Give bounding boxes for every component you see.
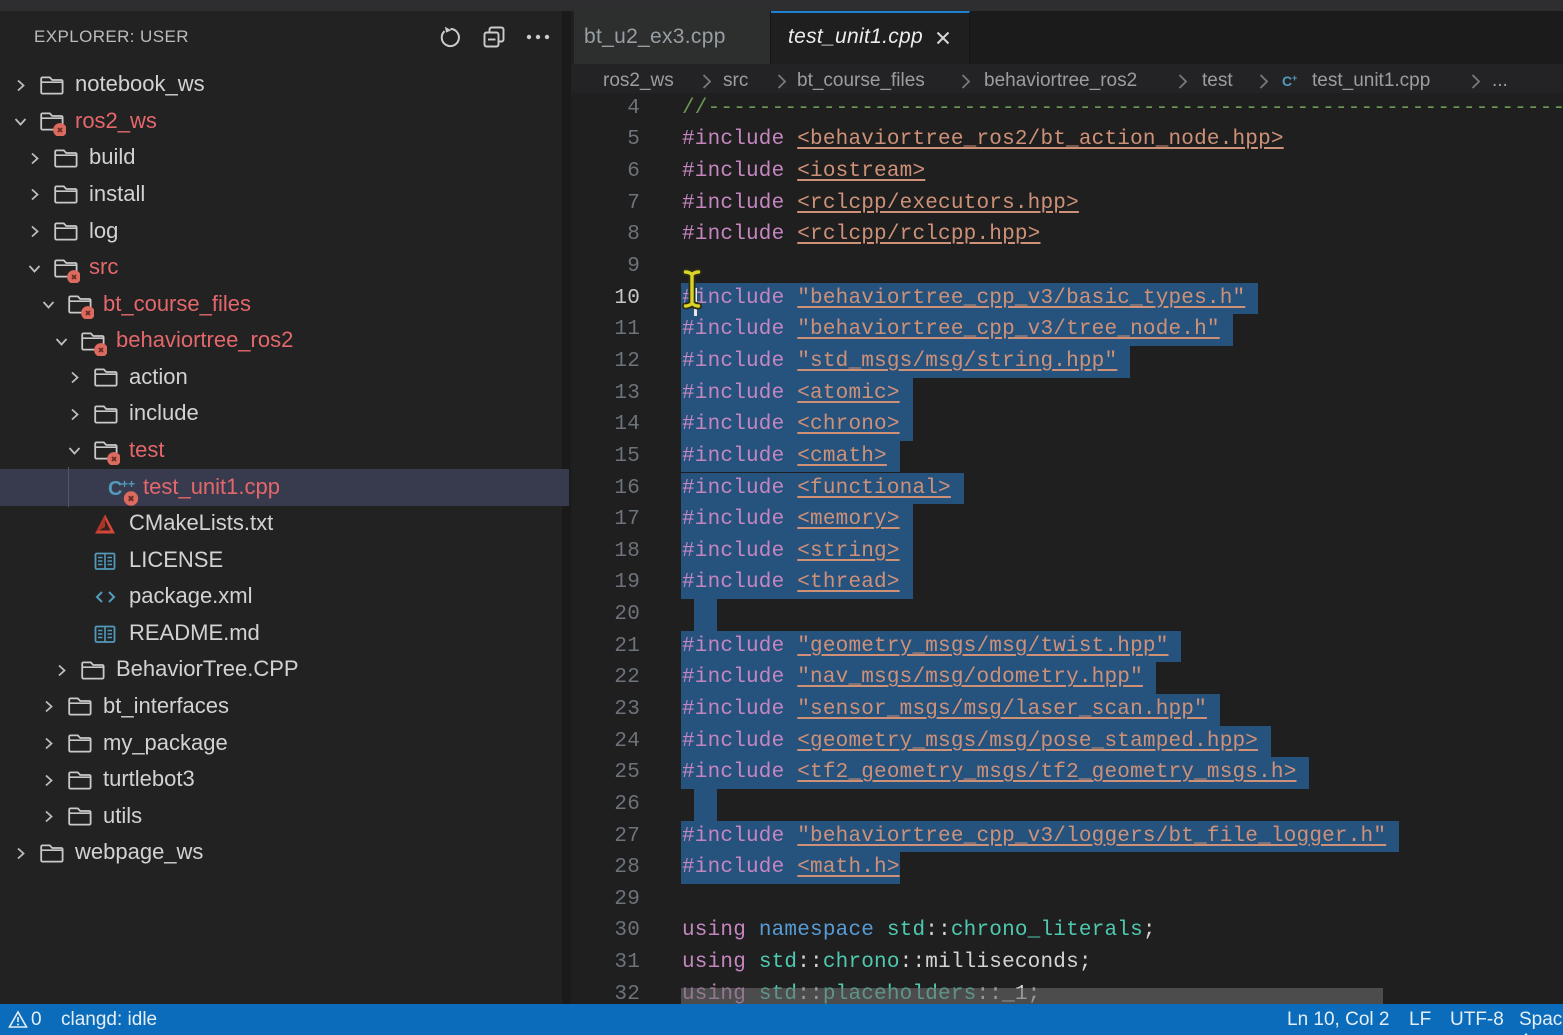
svg-text:+: + <box>128 477 135 491</box>
svg-text:+: + <box>121 477 128 491</box>
